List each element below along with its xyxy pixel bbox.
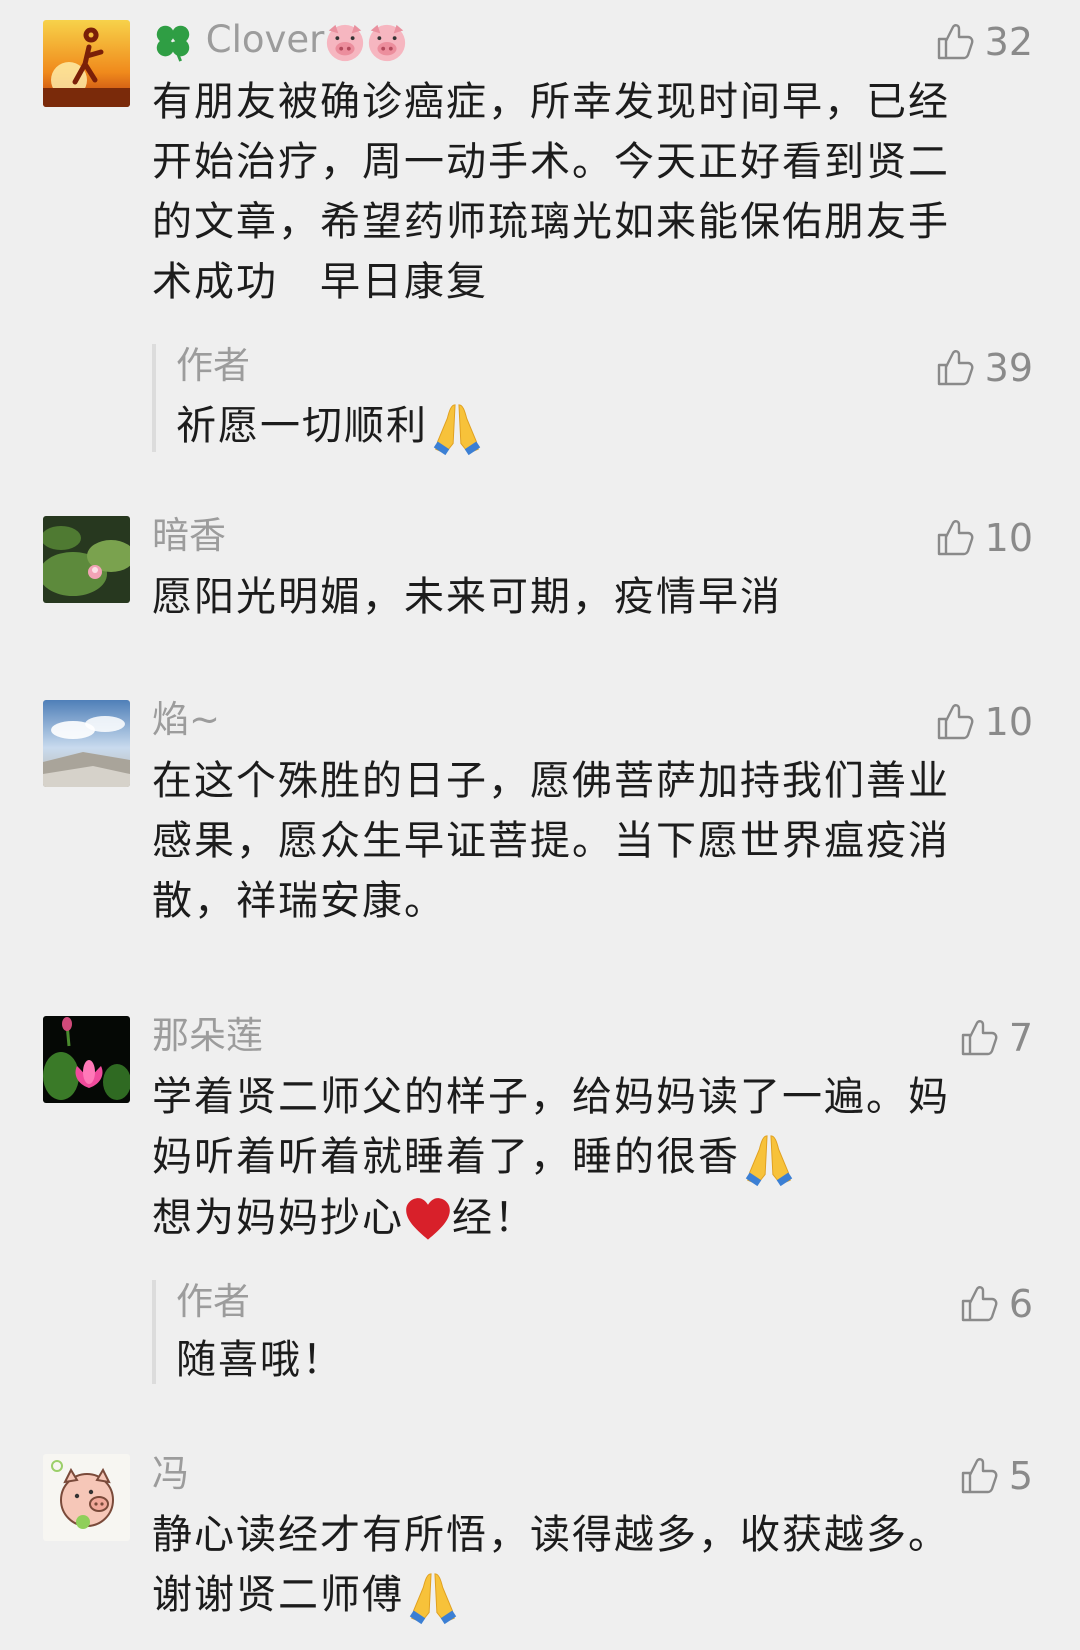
thumbs-up-icon xyxy=(935,348,975,388)
like-button[interactable]: 5 xyxy=(959,1454,1033,1498)
comment-text-segment: 经！ xyxy=(452,1195,536,1241)
reply-author-name: 作者 xyxy=(176,1280,250,1323)
reply-text: 随喜哦！ xyxy=(176,1337,344,1383)
comment-text-line: 静心读经才有所悟，读得越多，收获越多。 xyxy=(152,1512,950,1558)
avatar[interactable] xyxy=(43,516,130,603)
like-count: 10 xyxy=(984,516,1033,560)
comment-text-line: 术成功 早日康复 xyxy=(152,259,488,305)
comment-author-name: 冯 xyxy=(152,1452,189,1495)
thumbs-up-icon xyxy=(935,702,975,742)
thumbs-up-icon xyxy=(959,1456,999,1496)
four-leaf-clover-icon xyxy=(152,21,194,63)
comment-text: 在这个殊胜的日子，愿佛菩萨加持我们善业 感果，愿众生早证菩提。当下愿世界瘟疫消 … xyxy=(152,751,1012,931)
reply-text: 祈愿一切顺利 xyxy=(176,396,486,457)
like-count: 39 xyxy=(984,346,1033,390)
comment-author-name: 焰~ xyxy=(152,698,221,741)
author-reply: 作者 祈愿一切顺利 xyxy=(152,344,1046,452)
comment-text-line: 愿阳光明媚，未来可期，疫情早消 xyxy=(152,574,782,620)
comment-text-line: 想为妈妈抄心 经！ xyxy=(152,1188,1012,1248)
thumbs-up-icon xyxy=(935,22,975,62)
comment-text-segment: 妈听着听着就睡着了，睡的很香 xyxy=(152,1134,740,1180)
comment-text-line: 开始治疗，周一动手术。今天正好看到贤二 xyxy=(152,139,950,185)
pig-face-icon xyxy=(366,21,408,63)
like-count: 32 xyxy=(984,20,1033,64)
comment-author-name: 暗香 xyxy=(152,514,226,557)
comment-text: 静心读经才有所悟，读得越多，收获越多。 谢谢贤二师傅 xyxy=(152,1505,1012,1626)
comment-text-line: 学着贤二师父的样子，给妈妈读了一遍。妈 xyxy=(152,1074,950,1120)
like-button[interactable]: 7 xyxy=(959,1016,1033,1060)
comment-text-segment: 谢谢贤二师傅 xyxy=(152,1572,404,1618)
red-heart-icon xyxy=(404,1196,452,1244)
comment-text-line: 有朋友被确诊癌症，所幸发现时间早，已经 xyxy=(152,79,950,125)
like-button[interactable]: 10 xyxy=(935,700,1033,744)
like-count: 6 xyxy=(1008,1282,1033,1326)
comment-text: 有朋友被确诊癌症，所幸发现时间早，已经 开始治疗，周一动手术。今天正好看到贤二 … xyxy=(152,72,1012,312)
like-button[interactable]: 10 xyxy=(935,516,1033,560)
comment-text: 愿阳光明媚，未来可期，疫情早消 xyxy=(152,567,1012,627)
comment-text-line: 感果，愿众生早证菩提。当下愿世界瘟疫消 xyxy=(152,818,950,864)
reply-author-name: 作者 xyxy=(176,344,250,387)
thumbs-up-icon xyxy=(959,1284,999,1324)
avatar[interactable] xyxy=(43,1454,130,1541)
like-count: 10 xyxy=(984,700,1033,744)
comment-text-line: 妈听着听着就睡着了，睡的很香 xyxy=(152,1127,1012,1188)
comment-author-name: 那朵莲 xyxy=(152,1014,263,1057)
author-reply: 作者 随喜哦！ xyxy=(152,1280,1046,1384)
like-button[interactable]: 39 xyxy=(935,346,1033,390)
thumbs-up-icon xyxy=(935,518,975,558)
folded-hands-icon xyxy=(404,1568,462,1626)
avatar[interactable] xyxy=(43,20,130,107)
comment-text-segment: 想为妈妈抄心 xyxy=(152,1195,404,1241)
comment-text-line: 在这个殊胜的日子，愿佛菩萨加持我们善业 xyxy=(152,758,950,804)
comment-text: 学着贤二师父的样子，给妈妈读了一遍。妈 妈听着听着就睡着了，睡的很香 想为妈妈抄… xyxy=(152,1067,1012,1248)
author-name-text: Clover xyxy=(205,18,325,61)
comment-text-line: 谢谢贤二师傅 xyxy=(152,1565,1012,1626)
avatar[interactable] xyxy=(43,1016,130,1103)
like-button[interactable]: 32 xyxy=(935,20,1033,64)
reply-text-content: 祈愿一切顺利 xyxy=(176,403,428,449)
like-button[interactable]: 6 xyxy=(959,1282,1033,1326)
folded-hands-icon xyxy=(428,399,486,457)
like-count: 7 xyxy=(1008,1016,1033,1060)
comment-text-line: 散，祥瑞安康。 xyxy=(152,878,446,924)
avatar[interactable] xyxy=(43,700,130,787)
like-count: 5 xyxy=(1008,1454,1033,1498)
pig-face-icon xyxy=(324,21,366,63)
comment-text-line: 的文章，希望药师琉璃光如来能保佑朋友手 xyxy=(152,199,950,245)
comment-author-name: Clover xyxy=(152,18,408,63)
folded-hands-icon xyxy=(740,1130,798,1188)
thumbs-up-icon xyxy=(959,1018,999,1058)
